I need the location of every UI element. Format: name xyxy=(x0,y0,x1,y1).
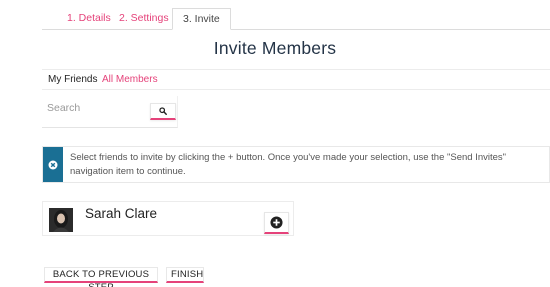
plus-circle-icon xyxy=(270,216,283,229)
tab-settings[interactable]: 2. Settings xyxy=(119,8,169,30)
add-friend-button[interactable] xyxy=(264,212,289,234)
search-input[interactable] xyxy=(47,100,142,116)
filter-my-friends[interactable]: My Friends xyxy=(48,74,97,85)
banner-message: Select friends to invite by clicking the… xyxy=(70,152,507,177)
page-title: Invite Members xyxy=(213,38,337,58)
search-button[interactable] xyxy=(150,103,176,120)
banner-icon-box xyxy=(43,147,63,182)
friend-card: Sarah Clare xyxy=(42,201,294,236)
tab-details[interactable]: 1. Details xyxy=(67,8,111,30)
friend-name: Sarah Clare xyxy=(85,206,158,221)
wizard-tabs: 1. Details 2. Settings 3. Invite xyxy=(42,8,550,30)
back-to-previous-step-button[interactable]: BACK TO PREVIOUS STEP xyxy=(44,267,158,287)
info-banner: Select friends to invite by clicking the… xyxy=(42,146,550,183)
filter-all-members[interactable]: All Members xyxy=(102,74,158,85)
tab-invite[interactable]: 3. Invite xyxy=(172,8,231,30)
search-icon xyxy=(159,107,167,115)
avatar xyxy=(49,208,73,232)
finish-button[interactable]: FINISH xyxy=(166,267,204,283)
close-circle-icon xyxy=(48,160,58,169)
member-filter-nav: My Friends All Members xyxy=(42,69,550,90)
